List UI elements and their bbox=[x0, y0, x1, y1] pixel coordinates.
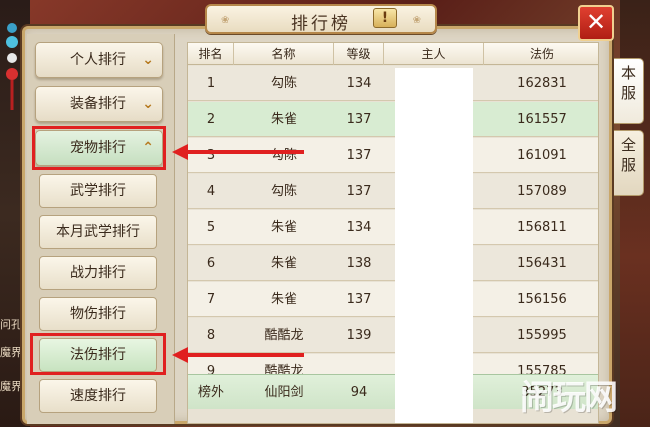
table-row[interactable]: 6 朱雀 138 156431 bbox=[188, 246, 598, 281]
ranking-table: 排名 名称 等级 主人 法伤 1 勾陈 134 162831 2 朱雀 137 … bbox=[187, 42, 599, 424]
rank-cell: 2 bbox=[206, 112, 216, 127]
rank-cell: 1 bbox=[206, 76, 216, 91]
arrow-shaft bbox=[186, 150, 304, 154]
background-text: 魔界 bbox=[0, 380, 22, 393]
table-row[interactable]: 4 勾陈 137 157089 bbox=[188, 174, 598, 209]
info-button[interactable]: ! bbox=[373, 8, 397, 28]
name-cell: 朱雀 bbox=[270, 292, 297, 307]
tab-this-server[interactable]: 本服 bbox=[614, 58, 644, 124]
rank-cell: 6 bbox=[206, 256, 216, 271]
arrow-shaft bbox=[186, 353, 304, 357]
column-header-magic-damage: 法伤 bbox=[529, 47, 554, 61]
column-header-rank: 排名 bbox=[188, 43, 234, 65]
column-header-owner: 主人 bbox=[384, 43, 484, 65]
table-header: 排名 名称 等级 主人 法伤 bbox=[188, 43, 598, 65]
annotation-box-pet-ranking bbox=[32, 126, 166, 170]
value-cell: 162831 bbox=[517, 76, 567, 91]
level-cell: 139 bbox=[346, 328, 372, 343]
table-row[interactable]: 5 朱雀 134 156811 bbox=[188, 210, 598, 245]
rank-cell: 4 bbox=[206, 184, 216, 199]
column-header-name: 名称 bbox=[234, 43, 334, 65]
value-cell: 161557 bbox=[517, 112, 567, 127]
owner-redaction-mask bbox=[395, 68, 473, 423]
name-cell: 朱雀 bbox=[270, 220, 297, 235]
category-label: 装备排行 bbox=[70, 96, 126, 112]
name-cell: 酷酷龙 bbox=[264, 328, 304, 343]
sub-item-speed-ranking[interactable]: 速度排行 bbox=[39, 379, 157, 413]
value-cell: 157089 bbox=[517, 184, 567, 199]
value-cell: 156431 bbox=[517, 256, 567, 271]
sub-item-martial-ranking[interactable]: 武学排行 bbox=[39, 174, 157, 208]
close-button[interactable]: ✕ bbox=[578, 5, 614, 41]
title-plate: ❀ ❀ 排行榜 bbox=[205, 4, 437, 34]
level-cell: 94 bbox=[350, 385, 368, 400]
category-label: 个人排行 bbox=[70, 52, 126, 68]
background-text: 问孔 bbox=[0, 318, 22, 331]
annotation-arrow-icon bbox=[172, 347, 304, 363]
level-cell: 134 bbox=[346, 220, 372, 235]
annotation-box-magic-damage bbox=[30, 333, 166, 375]
chevron-down-icon: ⌄ bbox=[142, 52, 154, 68]
value-cell: 156156 bbox=[517, 292, 567, 307]
rank-cell: 7 bbox=[206, 292, 216, 307]
value-cell: 155995 bbox=[517, 328, 567, 343]
tab-all-servers[interactable]: 全服 bbox=[614, 130, 644, 196]
value-cell: 156811 bbox=[517, 220, 567, 235]
sub-item-monthly-martial-ranking[interactable]: 本月武学排行 bbox=[39, 215, 157, 249]
level-cell: 137 bbox=[346, 184, 372, 199]
table-row[interactable]: 2 朱雀 137 161557 bbox=[188, 102, 598, 137]
level-cell: 137 bbox=[346, 112, 372, 127]
category-personal-ranking[interactable]: 个人排行 ⌄ bbox=[35, 42, 163, 78]
column-header-level: 等级 bbox=[334, 43, 384, 65]
watermark-logo: 闹玩网 bbox=[520, 378, 618, 418]
level-cell: 138 bbox=[346, 256, 372, 271]
background-text: 魔界 bbox=[0, 346, 22, 359]
annotation-arrow-icon bbox=[172, 144, 304, 160]
name-cell: 勾陈 bbox=[270, 76, 297, 91]
name-cell: 勾陈 bbox=[270, 184, 297, 199]
category-equipment-ranking[interactable]: 装备排行 ⌄ bbox=[35, 86, 163, 122]
chevron-down-icon: ⌄ bbox=[142, 96, 154, 112]
name-cell: 仙阳剑 bbox=[264, 385, 304, 400]
level-cell: 134 bbox=[346, 76, 372, 91]
name-cell: 朱雀 bbox=[270, 112, 297, 127]
value-cell: 161091 bbox=[517, 148, 567, 163]
rank-cell: 榜外 bbox=[197, 385, 224, 400]
table-row[interactable]: 7 朱雀 137 156156 bbox=[188, 282, 598, 317]
rank-cell: 8 bbox=[206, 328, 216, 343]
sub-item-combat-power-ranking[interactable]: 战力排行 bbox=[39, 256, 157, 290]
pendant-ornament-icon bbox=[6, 23, 18, 110]
rank-cell: 5 bbox=[206, 220, 216, 235]
level-cell: 137 bbox=[346, 148, 372, 163]
table-row[interactable]: 8 酷酷龙 139 155995 bbox=[188, 318, 598, 353]
level-cell: 137 bbox=[346, 292, 372, 307]
page-title: 排行榜 bbox=[291, 14, 351, 34]
name-cell: 朱雀 bbox=[270, 256, 297, 271]
table-row[interactable]: 1 勾陈 134 162831 bbox=[188, 66, 598, 101]
sub-item-physical-damage-ranking[interactable]: 物伤排行 bbox=[39, 297, 157, 331]
